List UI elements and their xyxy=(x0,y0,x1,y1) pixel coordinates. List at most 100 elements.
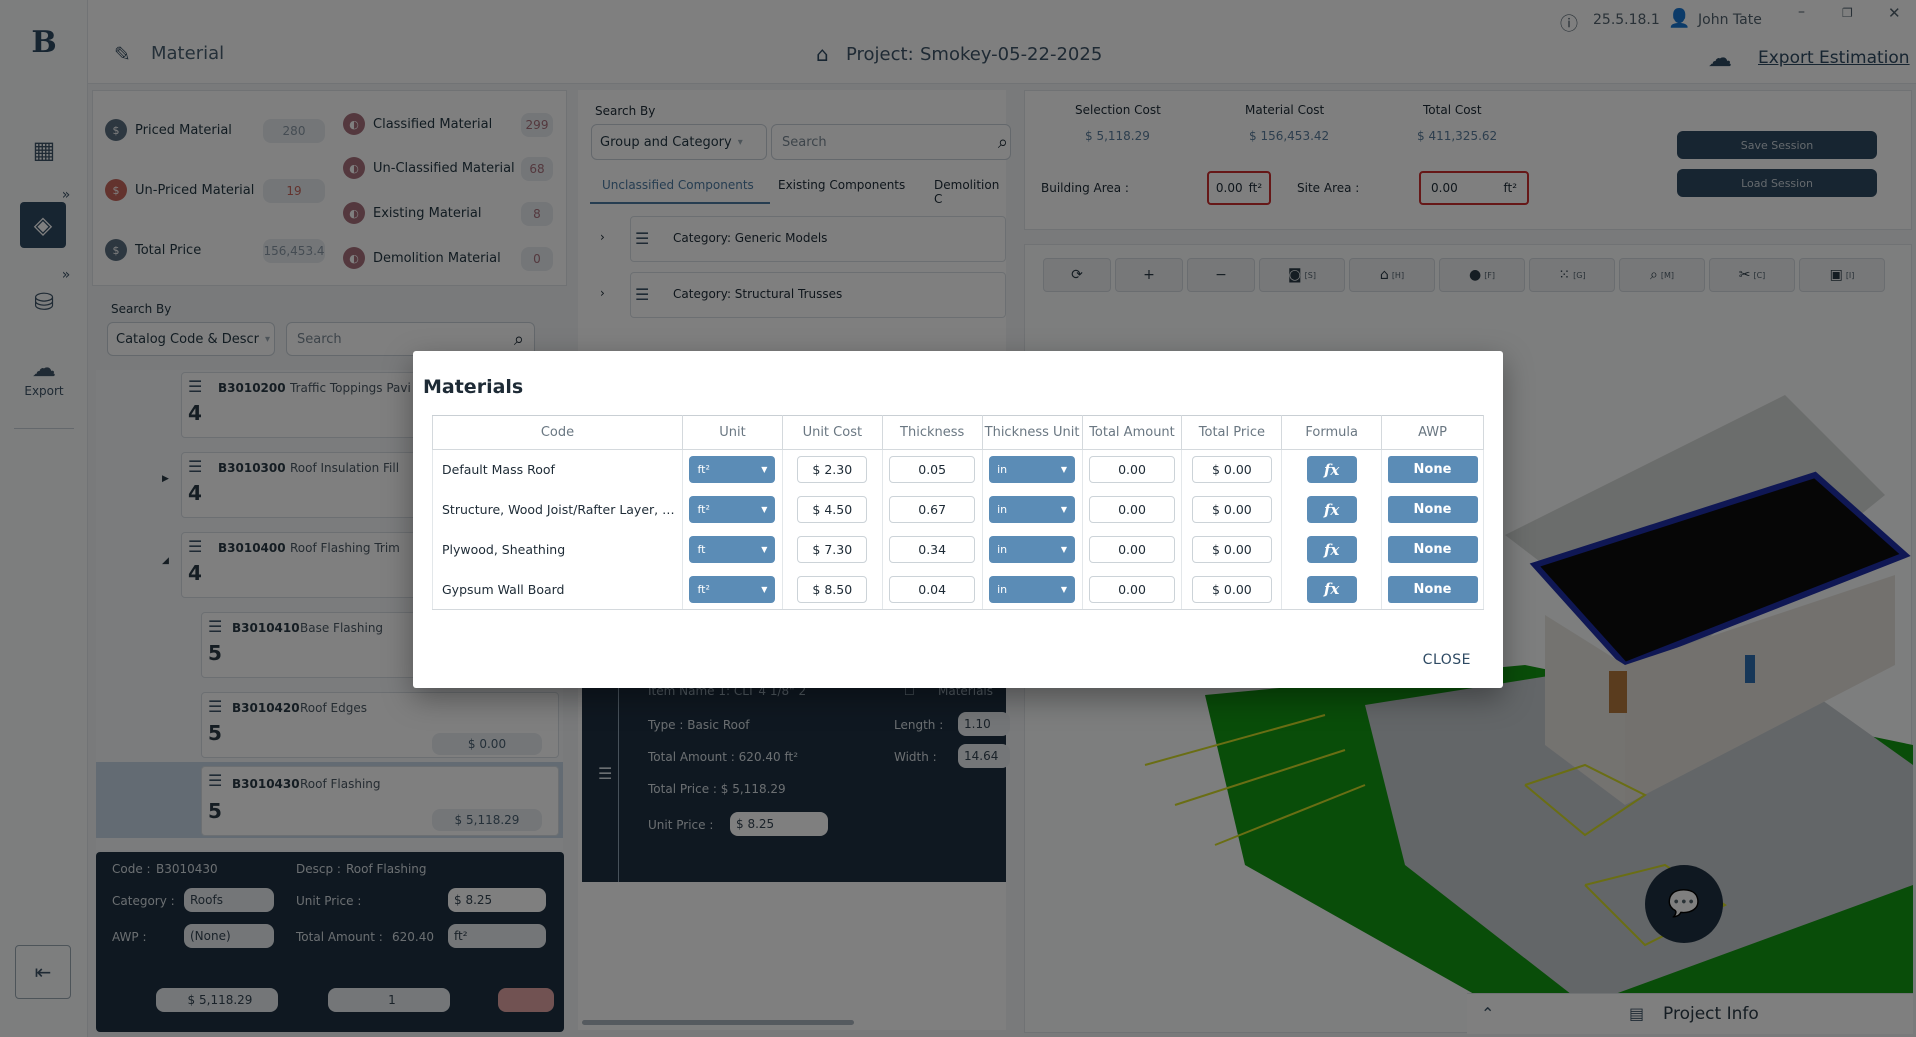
thickness-unit-dropdown[interactable]: in ▼ xyxy=(989,536,1076,563)
thickness-cell: 0.67 xyxy=(881,489,983,530)
thickness-unit-dropdown[interactable]: in ▼ xyxy=(989,456,1076,484)
thickness-unit-cell: in ▼ xyxy=(981,569,1083,610)
unit-cost-cell: $ 4.50 xyxy=(781,489,883,530)
material-code: Structure, Wood Joist/Rafter Layer, Bat.… xyxy=(432,489,683,530)
column-header: Total Amount xyxy=(1081,415,1183,450)
unit-value: ft² xyxy=(697,582,710,596)
thickness-unit-cell: in ▼ xyxy=(981,449,1083,490)
thickness-unit-value: in xyxy=(997,543,1008,556)
thickness-cell: 0.04 xyxy=(881,569,983,610)
caret-down-icon: ▼ xyxy=(761,465,768,475)
table-row: Default Mass Roof ft² ▼ $ 2.30 0.05 in ▼ 0.00 $ … xyxy=(432,449,1484,490)
total-amount-input[interactable]: 0.00 xyxy=(1088,496,1175,523)
unit-dropdown[interactable]: ft² ▼ xyxy=(689,456,776,484)
table-row: Plywood, Sheathing ft ▼ $ 7.30 0.34 in ▼ 0.00 $ … xyxy=(432,529,1484,570)
column-header: Unit Cost xyxy=(781,415,883,450)
column-header: Thickness Unit xyxy=(981,415,1083,450)
unit-cell: ft ▼ xyxy=(682,529,783,570)
total-price-input[interactable]: $ 0.00 xyxy=(1191,496,1272,523)
formula-cell: fx xyxy=(1281,449,1383,490)
total-amount-cell: 0.00 xyxy=(1081,529,1183,570)
thickness-input[interactable]: 0.34 xyxy=(889,536,976,563)
awp-button[interactable]: None xyxy=(1387,456,1478,484)
total-price-input[interactable]: $ 0.00 xyxy=(1191,536,1272,563)
material-code: Default Mass Roof xyxy=(432,449,683,490)
thickness-unit-value: in xyxy=(997,463,1008,477)
unit-dropdown[interactable]: ft² ▼ xyxy=(689,496,776,523)
unit-cost-input[interactable]: $ 2.30 xyxy=(797,456,868,484)
dialog-title: Materials xyxy=(423,376,524,398)
table-row: Gypsum Wall Board ft² ▼ $ 8.50 0.04 in ▼ 0.00 $ … xyxy=(432,569,1484,610)
formula-button[interactable]: fx xyxy=(1306,496,1357,523)
table-header-row: Code Unit Unit Cost Thickness Thickness … xyxy=(432,415,1484,450)
column-header: Unit xyxy=(682,415,783,450)
material-code: Plywood, Sheathing xyxy=(432,529,683,570)
formula-button[interactable]: fx xyxy=(1306,456,1357,484)
column-header: Code xyxy=(432,415,683,450)
caret-down-icon: ▼ xyxy=(1060,545,1068,554)
total-amount-cell: 0.00 xyxy=(1081,569,1183,610)
total-amount-input[interactable]: 0.00 xyxy=(1088,536,1175,563)
awp-cell: None xyxy=(1381,529,1484,570)
thickness-cell: 0.34 xyxy=(881,529,983,570)
total-price-input[interactable]: $ 0.00 xyxy=(1191,575,1272,603)
awp-cell: None xyxy=(1381,449,1484,490)
materials-table: Code Unit Unit Cost Thickness Thickness … xyxy=(432,415,1484,610)
caret-down-icon: ▼ xyxy=(1060,505,1068,514)
caret-down-icon: ▼ xyxy=(761,584,768,594)
caret-down-icon: ▼ xyxy=(1060,465,1068,475)
unit-cost-cell: $ 2.30 xyxy=(781,449,883,490)
material-code: Gypsum Wall Board xyxy=(432,569,683,610)
column-header: Formula xyxy=(1281,415,1383,450)
awp-cell: None xyxy=(1381,489,1484,530)
column-header: AWP xyxy=(1381,415,1484,450)
total-price-cell: $ 0.00 xyxy=(1181,569,1283,610)
column-header: Thickness xyxy=(881,415,983,450)
formula-button[interactable]: fx xyxy=(1306,536,1357,563)
thickness-input[interactable]: 0.67 xyxy=(889,496,976,523)
table-row: Structure, Wood Joist/Rafter Layer, Bat.… xyxy=(432,489,1484,530)
thickness-input[interactable]: 0.05 xyxy=(889,456,976,484)
unit-cell: ft² ▼ xyxy=(682,569,783,610)
unit-cost-input[interactable]: $ 8.50 xyxy=(797,575,868,603)
materials-dialog: Materials Code Unit Unit Cost Thickness … xyxy=(413,351,1503,688)
unit-cell: ft² ▼ xyxy=(682,449,783,490)
total-amount-input[interactable]: 0.00 xyxy=(1088,456,1175,484)
unit-cost-cell: $ 8.50 xyxy=(781,569,883,610)
formula-cell: fx xyxy=(1281,569,1383,610)
unit-value: ft xyxy=(697,543,706,556)
thickness-unit-dropdown[interactable]: in ▼ xyxy=(989,496,1076,523)
materials-table-body: Default Mass Roof ft² ▼ $ 2.30 0.05 in ▼ 0.00 $ … xyxy=(432,449,1484,610)
thickness-cell: 0.05 xyxy=(881,449,983,490)
formula-cell: fx xyxy=(1281,489,1383,530)
unit-cost-input[interactable]: $ 4.50 xyxy=(797,496,868,523)
unit-cost-input[interactable]: $ 7.30 xyxy=(797,536,868,563)
thickness-input[interactable]: 0.04 xyxy=(889,575,976,603)
caret-down-icon: ▼ xyxy=(1060,584,1068,594)
unit-cost-cell: $ 7.30 xyxy=(781,529,883,570)
close-button[interactable]: CLOSE xyxy=(1423,652,1471,668)
awp-button[interactable]: None xyxy=(1387,575,1478,603)
unit-dropdown[interactable]: ft ▼ xyxy=(689,536,776,563)
thickness-unit-value: in xyxy=(997,503,1008,516)
total-price-cell: $ 0.00 xyxy=(1181,489,1283,530)
total-price-cell: $ 0.00 xyxy=(1181,449,1283,490)
unit-value: ft² xyxy=(697,463,710,477)
total-price-cell: $ 0.00 xyxy=(1181,529,1283,570)
total-price-input[interactable]: $ 0.00 xyxy=(1191,456,1272,484)
unit-dropdown[interactable]: ft² ▼ xyxy=(689,575,776,603)
total-amount-cell: 0.00 xyxy=(1081,489,1183,530)
awp-button[interactable]: None xyxy=(1387,496,1478,523)
total-amount-input[interactable]: 0.00 xyxy=(1088,575,1175,603)
formula-cell: fx xyxy=(1281,529,1383,570)
thickness-unit-cell: in ▼ xyxy=(981,489,1083,530)
thickness-unit-value: in xyxy=(997,582,1008,596)
formula-button[interactable]: fx xyxy=(1306,575,1357,603)
awp-button[interactable]: None xyxy=(1387,536,1478,563)
caret-down-icon: ▼ xyxy=(761,505,768,514)
column-header: Total Price xyxy=(1181,415,1283,450)
unit-value: ft² xyxy=(697,503,710,516)
unit-cell: ft² ▼ xyxy=(682,489,783,530)
thickness-unit-cell: in ▼ xyxy=(981,529,1083,570)
thickness-unit-dropdown[interactable]: in ▼ xyxy=(989,575,1076,603)
